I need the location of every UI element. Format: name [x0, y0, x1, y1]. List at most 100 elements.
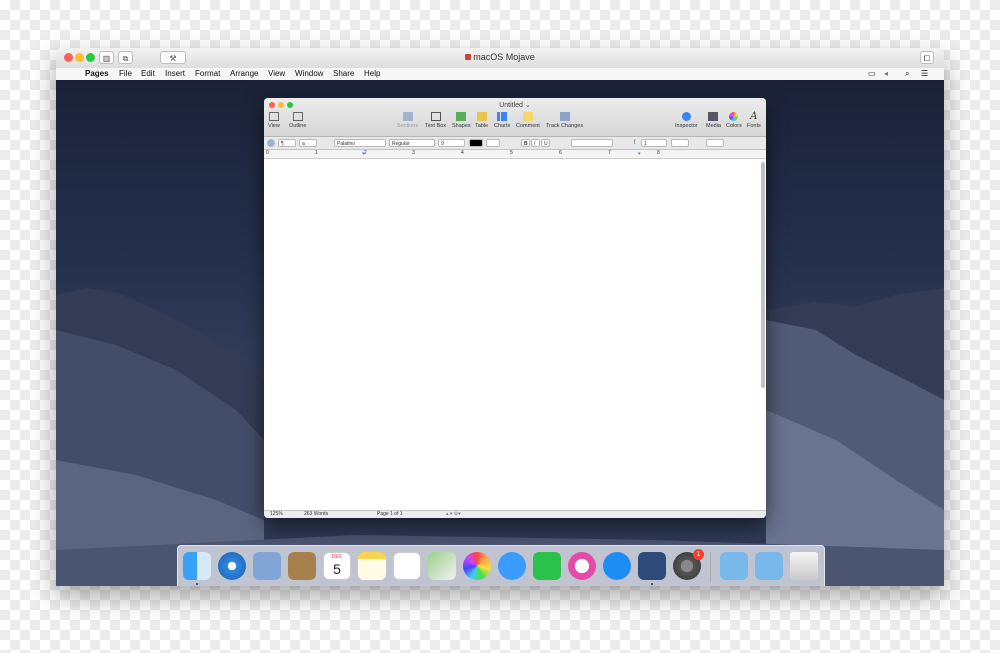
volume-icon[interactable]: ◂: [884, 69, 888, 78]
menu-app-name[interactable]: Pages: [85, 69, 109, 78]
notification-center-icon[interactable]: ☰: [921, 69, 928, 78]
textbox-button[interactable]: Text Box: [425, 112, 446, 129]
trash-icon[interactable]: [790, 552, 818, 580]
menu-edit[interactable]: Edit: [141, 69, 155, 78]
finder-icon[interactable]: [183, 552, 211, 580]
comment-icon: [522, 112, 533, 121]
airplay-icon[interactable]: ▭: [868, 69, 876, 78]
zoom-level[interactable]: 125%: [270, 511, 283, 518]
table-button[interactable]: Table: [475, 112, 488, 129]
document-title[interactable]: Untitled ⌄: [264, 101, 766, 109]
page-nav-arrows-icon[interactable]: ▴ ▾ ⚙▾: [446, 511, 461, 518]
safari-icon[interactable]: [218, 552, 246, 580]
ruler[interactable]: 0 1 2 3 4 5 6 7 8 ▾ ▾: [264, 150, 766, 159]
charts-label: Charts: [494, 123, 511, 129]
table-label: Table: [475, 123, 489, 129]
text-color-well[interactable]: [469, 139, 483, 147]
photos-icon[interactable]: [463, 552, 491, 580]
pages-window: Untitled ⌄ View Outline Sections Text Bo…: [264, 98, 766, 518]
preview-icon[interactable]: [253, 552, 281, 580]
notes-icon[interactable]: [358, 552, 386, 580]
menu-window[interactable]: Window: [295, 69, 323, 78]
itunes-icon[interactable]: [568, 552, 596, 580]
document-canvas[interactable]: [264, 159, 760, 511]
applications-folder-icon[interactable]: [755, 552, 783, 580]
list-bullets-select[interactable]: [706, 139, 724, 147]
menu-insert[interactable]: Insert: [165, 69, 185, 78]
running-indicator: [651, 583, 653, 585]
app-store-icon[interactable]: [603, 552, 631, 580]
format-toggle-icon[interactable]: [267, 139, 275, 147]
shapes-button[interactable]: Shapes: [452, 112, 471, 129]
ruler-mark: 7: [608, 150, 611, 156]
ruler-mark: 8: [657, 150, 660, 156]
fonts-button[interactable]: A Fonts: [747, 112, 761, 130]
facetime-icon[interactable]: [533, 552, 561, 580]
maps-icon[interactable]: [428, 552, 456, 580]
comment-button[interactable]: Comment: [516, 112, 540, 129]
dock-divider: [710, 552, 711, 582]
menu-share[interactable]: Share: [333, 69, 354, 78]
outline-button[interactable]: Outline: [289, 112, 306, 129]
charts-button[interactable]: Charts: [494, 112, 510, 129]
vm-title-bar: ▥ ⧉ ⚒ macOS Mojave ⧠: [56, 48, 944, 69]
view-label: View: [268, 123, 280, 129]
messages-icon[interactable]: [498, 552, 526, 580]
inspector-button[interactable]: Inspector: [675, 112, 698, 129]
vm-title: macOS Mojave: [56, 52, 944, 62]
highlight-color-well[interactable]: [486, 139, 500, 147]
textbox-label: Text Box: [425, 123, 447, 129]
menu-view[interactable]: View: [268, 69, 285, 78]
underline-button[interactable]: U: [541, 139, 550, 147]
calendar-icon[interactable]: DEC 5: [323, 552, 351, 580]
columns-select[interactable]: [671, 139, 689, 147]
sections-label: Sections: [397, 123, 419, 129]
font-family-select[interactable]: Palatino: [334, 139, 386, 147]
ruler-mark: 4: [461, 150, 464, 156]
calendar-month: DEC: [331, 554, 343, 560]
dock: DEC 5 1: [177, 545, 825, 586]
menu-arrange[interactable]: Arrange: [230, 69, 258, 78]
menu-help[interactable]: Help: [364, 69, 380, 78]
track-changes-button[interactable]: Track Changes: [546, 112, 583, 129]
view-button[interactable]: View: [268, 112, 280, 129]
shapes-label: Shapes: [452, 123, 471, 129]
paragraph-style-select[interactable]: ¶: [278, 139, 296, 147]
search-icon[interactable]: ⌕: [905, 69, 909, 79]
list-style-select[interactable]: a: [299, 139, 317, 147]
fullscreen-button[interactable]: ⧠: [920, 51, 934, 64]
media-label: Media: [706, 123, 721, 129]
colors-button[interactable]: Colors: [726, 112, 742, 129]
chevron-down-icon: ⌄: [524, 102, 531, 109]
italic-button[interactable]: I: [531, 139, 540, 147]
menu-format[interactable]: Format: [195, 69, 220, 78]
vertical-scrollbar[interactable]: [761, 162, 765, 388]
contacts-icon[interactable]: [288, 552, 316, 580]
charts-icon: [497, 112, 508, 121]
font-size-field[interactable]: 9: [438, 139, 465, 147]
pages-icon[interactable]: [638, 552, 666, 580]
desktop: Untitled ⌄ View Outline Sections Text Bo…: [56, 80, 944, 586]
ruler-mark: 0: [266, 150, 269, 156]
shapes-icon: [456, 112, 467, 121]
downloads-folder-icon[interactable]: [720, 552, 748, 580]
ruler-mark: 5: [510, 150, 513, 156]
typeface-select[interactable]: Regular: [389, 139, 435, 147]
running-indicator: [196, 583, 198, 585]
media-button[interactable]: Media: [706, 112, 721, 129]
ruler-mark: 6: [559, 150, 562, 156]
line-spacing-icon: Ĭ: [634, 140, 636, 146]
view-icon: [268, 112, 279, 121]
left-indent-marker[interactable]: ▾: [362, 151, 365, 157]
sections-button[interactable]: Sections: [397, 112, 418, 129]
notification-badge: 1: [693, 549, 704, 560]
line-spacing-field[interactable]: 1: [641, 139, 667, 147]
status-bar: 125% 263 Words Page 1 of 1 ▴ ▾ ⚙▾: [264, 510, 766, 518]
alignment-buttons[interactable]: [571, 139, 613, 147]
reminders-icon[interactable]: [393, 552, 421, 580]
vm-title-icon: [465, 54, 472, 60]
outline-label: Outline: [289, 123, 307, 129]
right-indent-marker[interactable]: ▾: [638, 151, 641, 157]
bold-button[interactable]: B: [521, 139, 530, 147]
menu-file[interactable]: File: [119, 69, 132, 78]
